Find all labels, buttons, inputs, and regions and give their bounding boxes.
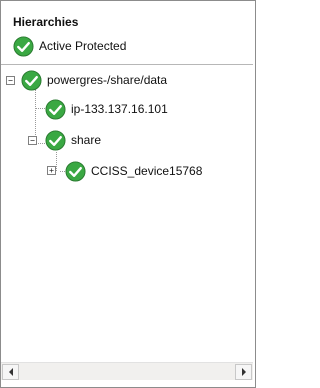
scroll-left-button[interactable]	[2, 364, 19, 380]
arrow-right-icon	[241, 368, 246, 376]
tree-node-ip[interactable]: ip-133.137.16.101	[45, 98, 168, 120]
check-circle-icon	[45, 98, 66, 120]
hierarchies-header: Hierarchies Active Protected	[1, 1, 253, 63]
tree-connector	[35, 108, 45, 109]
tree-node-label: CCISS_device15768	[91, 164, 203, 178]
tree-node-label: share	[71, 133, 102, 147]
collapse-toggle[interactable]: −	[28, 136, 37, 145]
status-row: Active Protected	[13, 35, 126, 57]
check-circle-icon	[21, 69, 42, 91]
tree-node-device[interactable]: CCISS_device15768	[65, 160, 202, 182]
tree-node-share[interactable]: share	[45, 129, 101, 151]
expand-toggle[interactable]: +	[47, 166, 56, 175]
scroll-right-button[interactable]	[235, 364, 252, 380]
tree-node-root[interactable]: powergres-/share/data	[21, 69, 167, 91]
hierarchy-tree: − powergres-/share/data ip-133.137.16.10…	[1, 65, 253, 362]
check-circle-icon	[65, 160, 86, 182]
tree-node-label: ip-133.137.16.101	[71, 102, 168, 116]
panel-title: Hierarchies	[13, 15, 79, 29]
tree-connector	[35, 89, 36, 143]
collapse-toggle[interactable]: −	[6, 76, 15, 85]
horizontal-scrollbar[interactable]	[1, 362, 253, 380]
check-circle-icon	[45, 129, 66, 151]
tree-node-label: powergres-/share/data	[47, 73, 168, 87]
arrow-left-icon	[8, 368, 13, 376]
check-circle-icon	[13, 35, 34, 57]
tree-connector	[56, 152, 57, 171]
status-label: Active Protected	[39, 39, 127, 53]
